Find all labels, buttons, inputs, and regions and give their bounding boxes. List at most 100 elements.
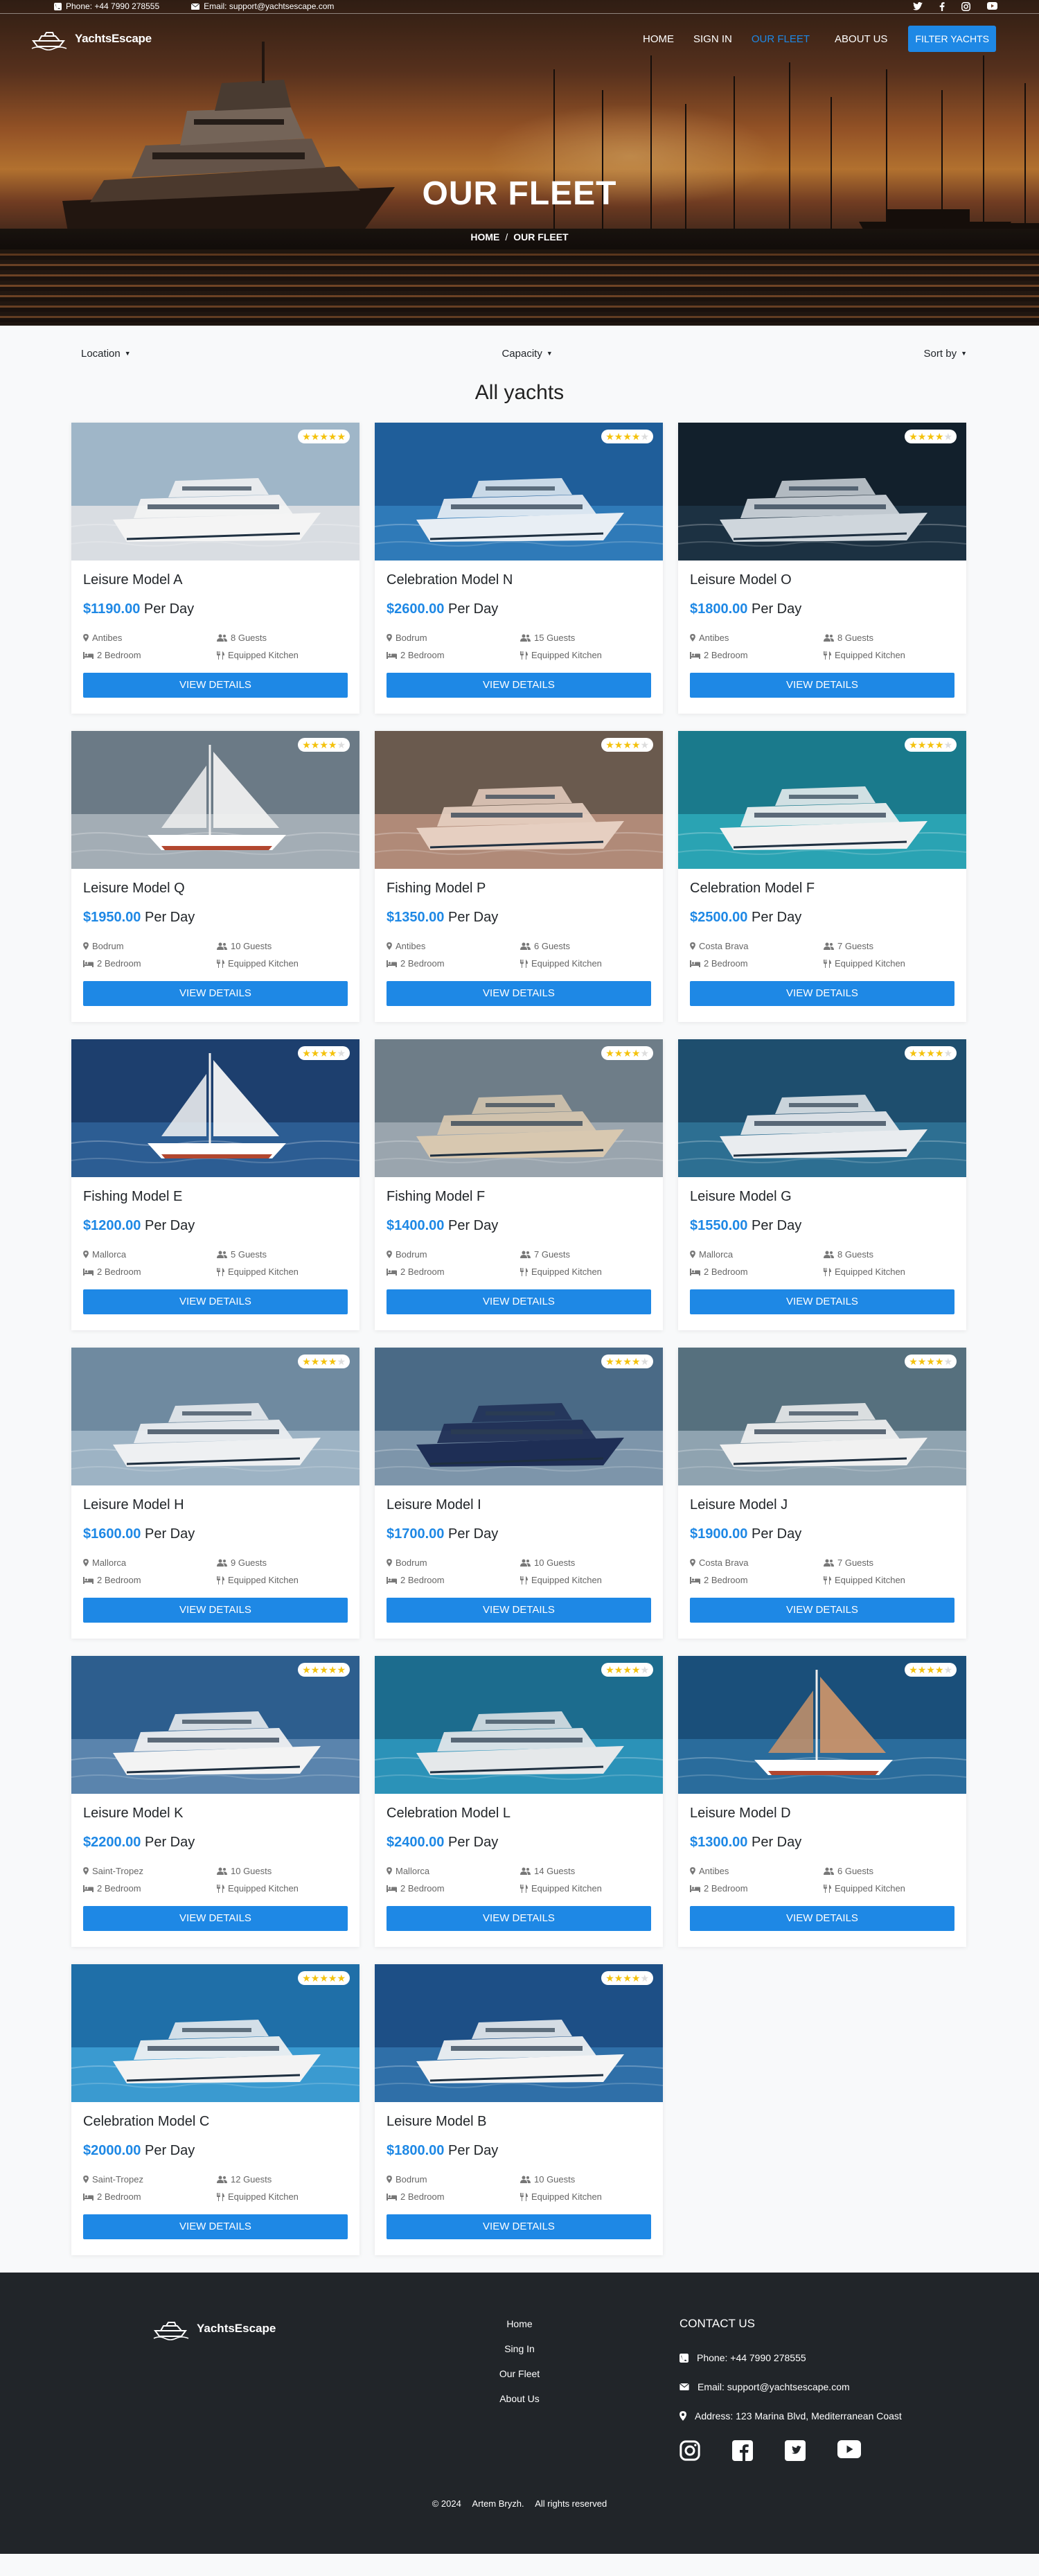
yacht-image[interactable]: ★★★★★ xyxy=(375,1964,663,2102)
yacht-image[interactable]: ★★★★★ xyxy=(678,423,966,561)
yacht-image[interactable]: ★★★★★ xyxy=(71,1039,359,1177)
facebook-icon[interactable] xyxy=(732,2440,753,2461)
yacht-image[interactable]: ★★★★★ xyxy=(71,423,359,561)
yacht-image[interactable]: ★★★★★ xyxy=(375,1656,663,1794)
view-details-button[interactable]: VIEW DETAILS xyxy=(83,1598,348,1623)
users-icon xyxy=(824,942,834,950)
view-details-button[interactable]: VIEW DETAILS xyxy=(83,1289,348,1314)
view-details-button[interactable]: VIEW DETAILS xyxy=(690,981,954,1006)
yacht-guests: 15 Guests xyxy=(520,633,651,643)
sort-dropdown[interactable]: Sort by ▼ xyxy=(924,348,967,360)
map-pin-icon xyxy=(680,2411,686,2421)
price-amount: $1900.00 xyxy=(690,1526,748,1542)
yacht-image[interactable]: ★★★★★ xyxy=(678,1348,966,1485)
topbar-phone[interactable]: Phone: +44 7990 278555 xyxy=(54,1,159,11)
footer-link-our-fleet[interactable]: Our Fleet xyxy=(485,2368,554,2393)
view-details-button[interactable]: VIEW DETAILS xyxy=(83,673,348,698)
yacht-image[interactable]: ★★★★★ xyxy=(375,1039,663,1177)
yacht-image[interactable]: ★★★★★ xyxy=(375,1348,663,1485)
footer-brand[interactable]: YachtsEscape xyxy=(152,2317,276,2340)
yacht-image[interactable]: ★★★★★ xyxy=(678,1656,966,1794)
guests-text: 7 Guests xyxy=(837,941,874,951)
yacht-image[interactable]: ★★★★★ xyxy=(678,731,966,869)
location-text: Saint-Tropez xyxy=(92,1866,143,1876)
yacht-image[interactable]: ★★★★★ xyxy=(71,731,359,869)
yacht-image[interactable]: ★★★★★ xyxy=(71,1656,359,1794)
bedroom-text: 2 Bedroom xyxy=(97,1883,141,1894)
view-details-button[interactable]: VIEW DETAILS xyxy=(690,1289,954,1314)
brand-logo[interactable]: YachtsEscape xyxy=(30,27,152,51)
yacht-price: $1950.00 Per Day xyxy=(83,910,348,929)
capacity-dropdown[interactable]: Capacity ▼ xyxy=(501,348,552,360)
instagram-icon[interactable] xyxy=(961,1,970,11)
breadcrumb-home[interactable]: HOME xyxy=(470,231,499,242)
view-details-button[interactable]: VIEW DETAILS xyxy=(690,1906,954,1931)
yacht-card: ★★★★★ Fishing Model P $1350.00 Per Day A… xyxy=(375,731,663,1022)
map-pin-icon xyxy=(690,942,695,950)
nav-our-fleet[interactable]: OUR FLEET xyxy=(752,33,810,45)
kitchen-text: Equipped Kitchen xyxy=(835,958,905,969)
yacht-price: $1600.00 Per Day xyxy=(83,1526,348,1546)
kitchen-text: Equipped Kitchen xyxy=(228,1883,299,1894)
location-dropdown[interactable]: Location ▼ xyxy=(81,348,131,360)
yacht-features: Bodrum 15 Guests 2 Bedroom Equipped Kitc… xyxy=(387,633,651,660)
nav-about-us[interactable]: ABOUT US xyxy=(835,33,887,45)
footer-phone[interactable]: Phone: +44 7990 278555 xyxy=(680,2343,902,2372)
nav-sign-in[interactable]: SIGN IN xyxy=(693,33,732,45)
bedroom-text: 2 Bedroom xyxy=(400,2191,445,2202)
view-details-button[interactable]: VIEW DETAILS xyxy=(387,981,651,1006)
view-details-button[interactable]: VIEW DETAILS xyxy=(83,981,348,1006)
yacht-image[interactable]: ★★★★★ xyxy=(71,1348,359,1485)
view-details-button[interactable]: VIEW DETAILS xyxy=(387,1598,651,1623)
yacht-image[interactable]: ★★★★★ xyxy=(678,1039,966,1177)
utensils-icon xyxy=(520,959,528,968)
footer-link-about-us[interactable]: About Us xyxy=(485,2393,554,2418)
footer-link-sign-in[interactable]: Sing In xyxy=(485,2343,554,2368)
yacht-kitchen: Equipped Kitchen xyxy=(520,2191,651,2202)
view-details-button[interactable]: VIEW DETAILS xyxy=(690,673,954,698)
instagram-icon[interactable] xyxy=(680,2440,700,2461)
yacht-image[interactable]: ★★★★★ xyxy=(375,423,663,561)
bed-icon xyxy=(83,1577,94,1584)
yacht-price: $2200.00 Per Day xyxy=(83,1835,348,1854)
yacht-kitchen: Equipped Kitchen xyxy=(824,1267,954,1277)
yacht-price: $1550.00 Per Day xyxy=(690,1218,954,1237)
facebook-icon[interactable] xyxy=(939,1,945,11)
yacht-image[interactable]: ★★★★★ xyxy=(375,731,663,869)
users-icon xyxy=(217,2176,227,2183)
view-details-button[interactable]: VIEW DETAILS xyxy=(387,2214,651,2239)
users-icon xyxy=(217,634,227,642)
youtube-icon[interactable] xyxy=(987,1,997,10)
nav-home[interactable]: HOME xyxy=(643,33,674,45)
twitter-icon[interactable] xyxy=(913,1,923,10)
yacht-bedrooms: 2 Bedroom xyxy=(387,650,520,660)
yacht-logo-icon xyxy=(153,2322,189,2340)
view-details-button[interactable]: VIEW DETAILS xyxy=(83,2214,348,2239)
view-details-button[interactable]: VIEW DETAILS xyxy=(387,1289,651,1314)
twitter-icon[interactable] xyxy=(785,2440,806,2461)
kitchen-text: Equipped Kitchen xyxy=(531,1267,602,1277)
filter-yachts-button[interactable]: FILTER YACHTS xyxy=(908,26,996,52)
phone-icon xyxy=(54,2,62,10)
bedroom-text: 2 Bedroom xyxy=(97,1267,141,1277)
footer: YachtsEscape Home Sing In Our Fleet Abou… xyxy=(0,2273,1039,2554)
yacht-guests: 10 Guests xyxy=(520,2174,651,2185)
kitchen-text: Equipped Kitchen xyxy=(835,1575,905,1585)
view-details-button[interactable]: VIEW DETAILS xyxy=(690,1598,954,1623)
view-details-button[interactable]: VIEW DETAILS xyxy=(387,1906,651,1931)
yacht-features: Antibes 6 Guests 2 Bedroom Equipped Kitc… xyxy=(387,941,651,969)
topbar-email[interactable]: Email: support@yachtsescape.com xyxy=(191,1,334,11)
yacht-image[interactable]: ★★★★★ xyxy=(71,1964,359,2102)
footer-link-home[interactable]: Home xyxy=(485,2318,554,2343)
price-amount: $1400.00 xyxy=(387,1218,445,1233)
users-icon xyxy=(824,634,834,642)
footer-address-text: Address: 123 Marina Blvd, Mediterranean … xyxy=(695,2410,902,2421)
youtube-icon[interactable] xyxy=(837,2440,861,2458)
yacht-card: ★★★★★ Leisure Model G $1550.00 Per Day M… xyxy=(678,1039,966,1330)
view-details-button[interactable]: VIEW DETAILS xyxy=(387,673,651,698)
footer-email[interactable]: Email: support@yachtsescape.com xyxy=(680,2372,902,2401)
view-details-button[interactable]: VIEW DETAILS xyxy=(83,1906,348,1931)
yacht-location: Antibes xyxy=(387,941,520,951)
price-unit: Per Day xyxy=(144,1835,195,1850)
star-rating: ★★★★★ xyxy=(601,430,653,443)
